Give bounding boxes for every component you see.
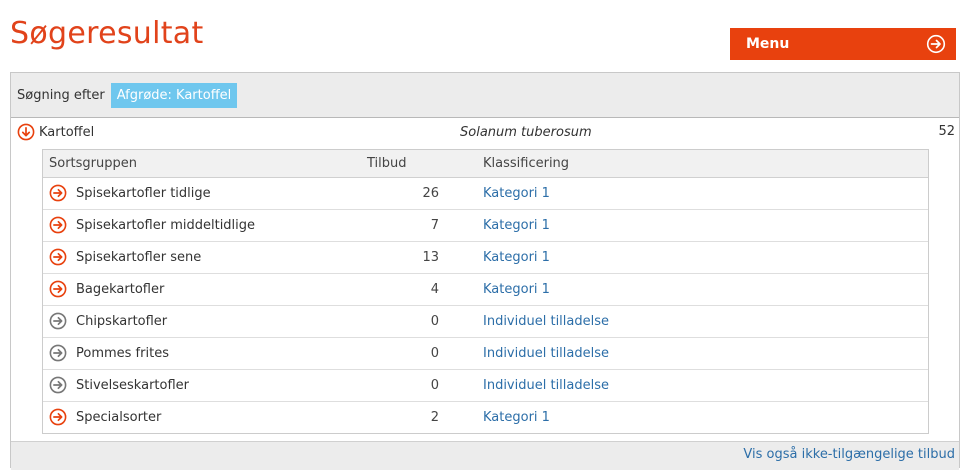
table-row[interactable]: Specialsorter 2 Kategori 1 <box>43 402 928 433</box>
crop-row[interactable]: Kartoffel Solanum tuberosum 52 <box>11 122 959 144</box>
menu-button[interactable]: Menu <box>730 28 956 60</box>
table-row[interactable]: Stivelseskartofler 0 Individuel tilladelse <box>43 370 928 402</box>
classification-link[interactable]: Individuel tilladelse <box>483 346 609 361</box>
crop-offer-count: 52 <box>938 124 955 139</box>
arrow-right-circle-icon[interactable] <box>49 312 67 334</box>
arrow-right-circle-icon[interactable] <box>49 184 67 206</box>
search-filter-tag[interactable]: Afgrøde: Kartoffel <box>110 82 238 108</box>
offer-count: 0 <box>430 346 439 361</box>
column-header-classification: Klassificering <box>483 156 570 171</box>
variety-group-name[interactable]: Spisekartofler middeltidlige <box>76 218 255 233</box>
classification-link[interactable]: Individuel tilladelse <box>483 378 609 393</box>
results-footer: Vis også ikke-tilgængelige tilbud <box>11 441 959 470</box>
variety-group-name[interactable]: Chipskartofler <box>76 314 167 329</box>
search-label: Søgning efter <box>17 87 105 103</box>
classification-link[interactable]: Kategori 1 <box>483 218 550 233</box>
table-header: Sortsgruppen Tilbud Klassificering <box>43 150 928 178</box>
arrow-right-circle-icon[interactable] <box>49 280 67 302</box>
column-header-offers: Tilbud <box>367 156 407 171</box>
table-row[interactable]: Pommes frites 0 Individuel tilladelse <box>43 338 928 370</box>
table-row[interactable]: Spisekartofler middeltidlige 7 Kategori 1 <box>43 210 928 242</box>
column-header-group: Sortsgruppen <box>49 156 137 171</box>
arrow-right-circle-icon[interactable] <box>49 408 67 430</box>
offer-count: 26 <box>422 186 439 201</box>
menu-button-label: Menu <box>746 36 790 52</box>
variety-group-name[interactable]: Specialsorter <box>76 410 161 425</box>
arrow-right-circle-icon[interactable] <box>49 376 67 398</box>
classification-link[interactable]: Individuel tilladelse <box>483 314 609 329</box>
arrow-down-circle-icon[interactable] <box>17 123 35 145</box>
arrow-right-circle-icon <box>926 34 946 54</box>
variety-group-name[interactable]: Stivelseskartofler <box>76 378 189 393</box>
table-row[interactable]: Chipskartofler 0 Individuel tilladelse <box>43 306 928 338</box>
table-row[interactable]: Spisekartofler sene 13 Kategori 1 <box>43 242 928 274</box>
offer-count: 0 <box>430 378 439 393</box>
variety-group-name[interactable]: Pommes frites <box>76 346 169 361</box>
classification-link[interactable]: Kategori 1 <box>483 250 550 265</box>
variety-group-table: Sortsgruppen Tilbud Klassificering Spise… <box>42 149 929 434</box>
table-row[interactable]: Bagekartofler 4 Kategori 1 <box>43 274 928 306</box>
arrow-right-circle-icon[interactable] <box>49 344 67 366</box>
arrow-right-circle-icon[interactable] <box>49 216 67 238</box>
variety-group-name[interactable]: Spisekartofler sene <box>76 250 201 265</box>
arrow-right-circle-icon[interactable] <box>49 248 67 270</box>
show-unavailable-offers-link[interactable]: Vis også ikke-tilgængelige tilbud <box>743 447 955 462</box>
offer-count: 13 <box>422 250 439 265</box>
crop-latin-name: Solanum tuberosum <box>460 125 592 140</box>
search-criteria-bar: Søgning efter Afgrøde: Kartoffel <box>11 73 959 118</box>
variety-group-name[interactable]: Spisekartofler tidlige <box>76 186 211 201</box>
page-title: Søgeresultat <box>10 16 204 51</box>
offer-count: 0 <box>430 314 439 329</box>
classification-link[interactable]: Kategori 1 <box>483 282 550 297</box>
classification-link[interactable]: Kategori 1 <box>483 410 550 425</box>
table-row[interactable]: Spisekartofler tidlige 26 Kategori 1 <box>43 178 928 210</box>
offer-count: 4 <box>430 282 439 297</box>
offer-count: 2 <box>430 410 439 425</box>
classification-link[interactable]: Kategori 1 <box>483 186 550 201</box>
variety-group-name[interactable]: Bagekartofler <box>76 282 164 297</box>
offer-count: 7 <box>430 218 439 233</box>
results-panel: Søgning efter Afgrøde: Kartoffel Kartoff… <box>10 72 960 470</box>
crop-name: Kartoffel <box>39 125 95 140</box>
